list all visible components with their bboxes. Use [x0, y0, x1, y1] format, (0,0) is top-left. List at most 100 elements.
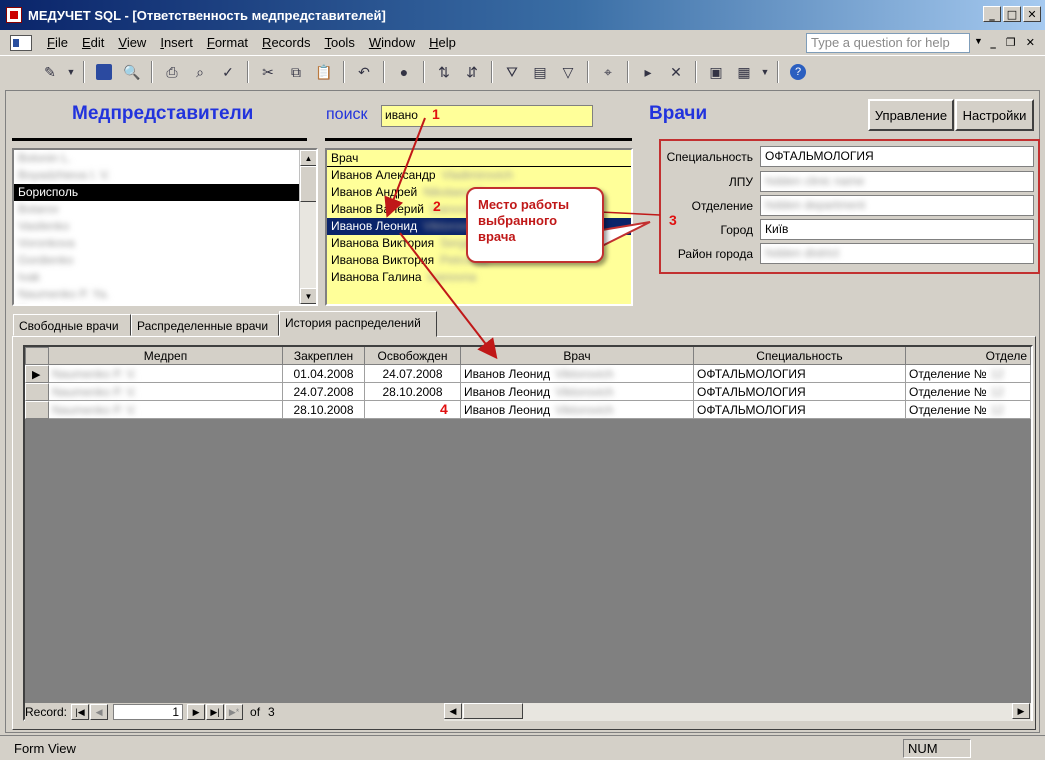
last-record-icon[interactable]: ▶| [206, 704, 225, 720]
first-record-icon[interactable]: |◀ [71, 704, 90, 720]
column-header-medrep[interactable]: Медреп [49, 347, 283, 365]
manage-button[interactable]: Управление [868, 99, 954, 131]
doctor-list-item[interactable]: Иванова Галина Ivanovna [327, 269, 631, 286]
close-button[interactable]: ✕ [1023, 6, 1041, 22]
cell-department[interactable]: Отделение № 12 [906, 401, 1031, 419]
scroll-down-icon[interactable]: ▼ [300, 288, 316, 304]
record-selector[interactable] [25, 401, 49, 419]
column-header-department[interactable]: Отделе [906, 347, 1031, 365]
cell-medrep[interactable]: Naumenko P. V. [49, 365, 283, 383]
cell-released[interactable]: 28.10.2008 [365, 383, 461, 401]
record-selector[interactable] [25, 383, 49, 401]
mdi-close-icon[interactable]: ✕ [1026, 36, 1035, 49]
previous-record-icon[interactable]: ◀ [90, 704, 109, 720]
save-icon[interactable] [92, 60, 116, 84]
app-icon[interactable] [6, 7, 22, 23]
table-row[interactable]: ▶ Naumenko P. V. 01.04.2008 24.07.2008 Ивано… [25, 365, 1031, 383]
medrep-list-item[interactable]: O... [14, 303, 299, 304]
scroll-thumb[interactable] [300, 166, 316, 202]
file-search-icon[interactable]: 🔍 [120, 60, 144, 84]
apply-filter-icon[interactable]: ▽ [556, 60, 580, 84]
scroll-left-icon[interactable]: ◀ [444, 703, 462, 719]
tab-assigned-doctors[interactable]: Распределенные врачи [131, 314, 279, 336]
medrep-list-item[interactable]: Gordienko [14, 252, 299, 269]
cell-doctor[interactable]: Иванов Леонид Viktorovich [461, 401, 694, 419]
cell-specialty[interactable]: ОФТАЛЬМОЛОГИЯ [694, 401, 906, 419]
copy-icon[interactable]: ⧉ [284, 60, 308, 84]
cut-icon[interactable]: ✂ [256, 60, 280, 84]
cell-assigned[interactable]: 24.07.2008 [283, 383, 365, 401]
cell-department[interactable]: Отделение № 12 [906, 383, 1031, 401]
new-object-icon[interactable]: ▦ [732, 60, 756, 84]
cell-doctor[interactable]: Иванов Леонид Viktorovich [461, 383, 694, 401]
print-icon[interactable]: ⎙ [160, 60, 184, 84]
new-record-nav-icon[interactable]: ▶* [225, 704, 244, 720]
medrep-list-item[interactable]: Bolonin L. [14, 150, 299, 167]
table-row[interactable]: Naumenko P. V. 28.10.2008 Иванов Леонид Vik… [25, 401, 1031, 419]
column-header-released[interactable]: Освобожден [365, 347, 461, 365]
print-preview-icon[interactable]: ⌕ [188, 60, 212, 84]
menu-window[interactable]: Window [362, 35, 422, 50]
select-all-cell[interactable] [25, 347, 49, 365]
database-window-icon[interactable]: ▣ [704, 60, 728, 84]
horizontal-scrollbar[interactable]: ◀ ▶ [444, 703, 1031, 721]
scroll-up-icon[interactable]: ▲ [300, 150, 316, 166]
cell-medrep[interactable]: Naumenko P. V. [49, 383, 283, 401]
search-input[interactable]: ивано [381, 105, 593, 127]
paste-icon[interactable]: 📋 [312, 60, 336, 84]
specialty-field[interactable]: ОФТАЛЬМОЛОГИЯ [760, 146, 1034, 167]
spelling-icon[interactable]: ✓ [216, 60, 240, 84]
menu-records[interactable]: Records [255, 35, 317, 50]
menu-tools[interactable]: Tools [317, 35, 361, 50]
scroll-thumb[interactable] [463, 703, 523, 719]
filter-by-selection-icon[interactable]: ⛛ [500, 60, 524, 84]
medrep-list-item[interactable]: Bolarov [14, 201, 299, 218]
find-icon[interactable]: ⌖ [596, 60, 620, 84]
medrep-list-item[interactable]: Boyadzhieva I. V. [14, 167, 299, 184]
form-window-icon[interactable] [10, 34, 32, 51]
sort-ascending-icon[interactable]: ⇅ [432, 60, 456, 84]
table-row[interactable]: Naumenko P. V. 24.07.2008 28.10.2008 Иванов… [25, 383, 1031, 401]
delete-record-icon[interactable]: ✕ [664, 60, 688, 84]
menu-format[interactable]: Format [200, 35, 255, 50]
menu-file[interactable]: File [40, 35, 75, 50]
record-number-field[interactable]: 1 [113, 704, 184, 720]
minimize-button[interactable]: _ [983, 6, 1001, 22]
column-header-specialty[interactable]: Специальность [694, 347, 906, 365]
dropdown-arrow-icon[interactable]: ▼ [760, 60, 770, 84]
next-record-icon[interactable]: ▶ [187, 704, 206, 720]
new-record-icon[interactable]: ▸ [636, 60, 660, 84]
medrep-list-item[interactable]: Ivak [14, 269, 299, 286]
tab-distribution-history[interactable]: История распределений [279, 311, 437, 337]
medrep-list-item[interactable]: Naumenko P. Ya. [14, 286, 299, 303]
menu-insert[interactable]: Insert [153, 35, 200, 50]
cell-released[interactable]: 24.07.2008 [365, 365, 461, 383]
sort-descending-icon[interactable]: ⇵ [460, 60, 484, 84]
district-field[interactable]: hidden district [760, 243, 1034, 264]
cell-doctor[interactable]: Иванов Леонид Viktorovich [461, 365, 694, 383]
tab-free-doctors[interactable]: Свободные врачи [13, 314, 131, 336]
menu-edit[interactable]: Edit [75, 35, 111, 50]
dropdown-arrow-icon[interactable]: ▼ [66, 60, 76, 84]
help-search-input[interactable]: Type a question for help [806, 33, 970, 53]
menu-help[interactable]: Help [422, 35, 463, 50]
undo-icon[interactable]: ↶ [352, 60, 376, 84]
cell-medrep[interactable]: Naumenko P. V. [49, 401, 283, 419]
cell-assigned[interactable]: 01.04.2008 [283, 365, 365, 383]
doctor-list-item[interactable]: Иванов Александр Vladimirovich [327, 167, 631, 184]
column-header-assigned[interactable]: Закреплен [283, 347, 365, 365]
hyperlink-icon[interactable]: ● [392, 60, 416, 84]
medrep-list-item[interactable]: Борисполь [14, 184, 299, 201]
department-field[interactable]: hidden department [760, 195, 1034, 216]
scroll-right-icon[interactable]: ▶ [1012, 703, 1030, 719]
medrep-list-item[interactable]: Voronkova [14, 235, 299, 252]
lpu-field[interactable]: hidden clinic name [760, 171, 1034, 192]
maximize-button[interactable]: □ [1003, 6, 1021, 22]
record-selector[interactable]: ▶ [25, 365, 49, 383]
design-view-icon[interactable]: ✎ [38, 60, 62, 84]
cell-specialty[interactable]: ОФТАЛЬМОЛОГИЯ [694, 383, 906, 401]
cell-specialty[interactable]: ОФТАЛЬМОЛОГИЯ [694, 365, 906, 383]
settings-button[interactable]: Настройки [955, 99, 1034, 131]
medrep-list-item[interactable]: Vasilenko [14, 218, 299, 235]
mdi-restore-icon[interactable]: ❐ [1006, 36, 1016, 49]
